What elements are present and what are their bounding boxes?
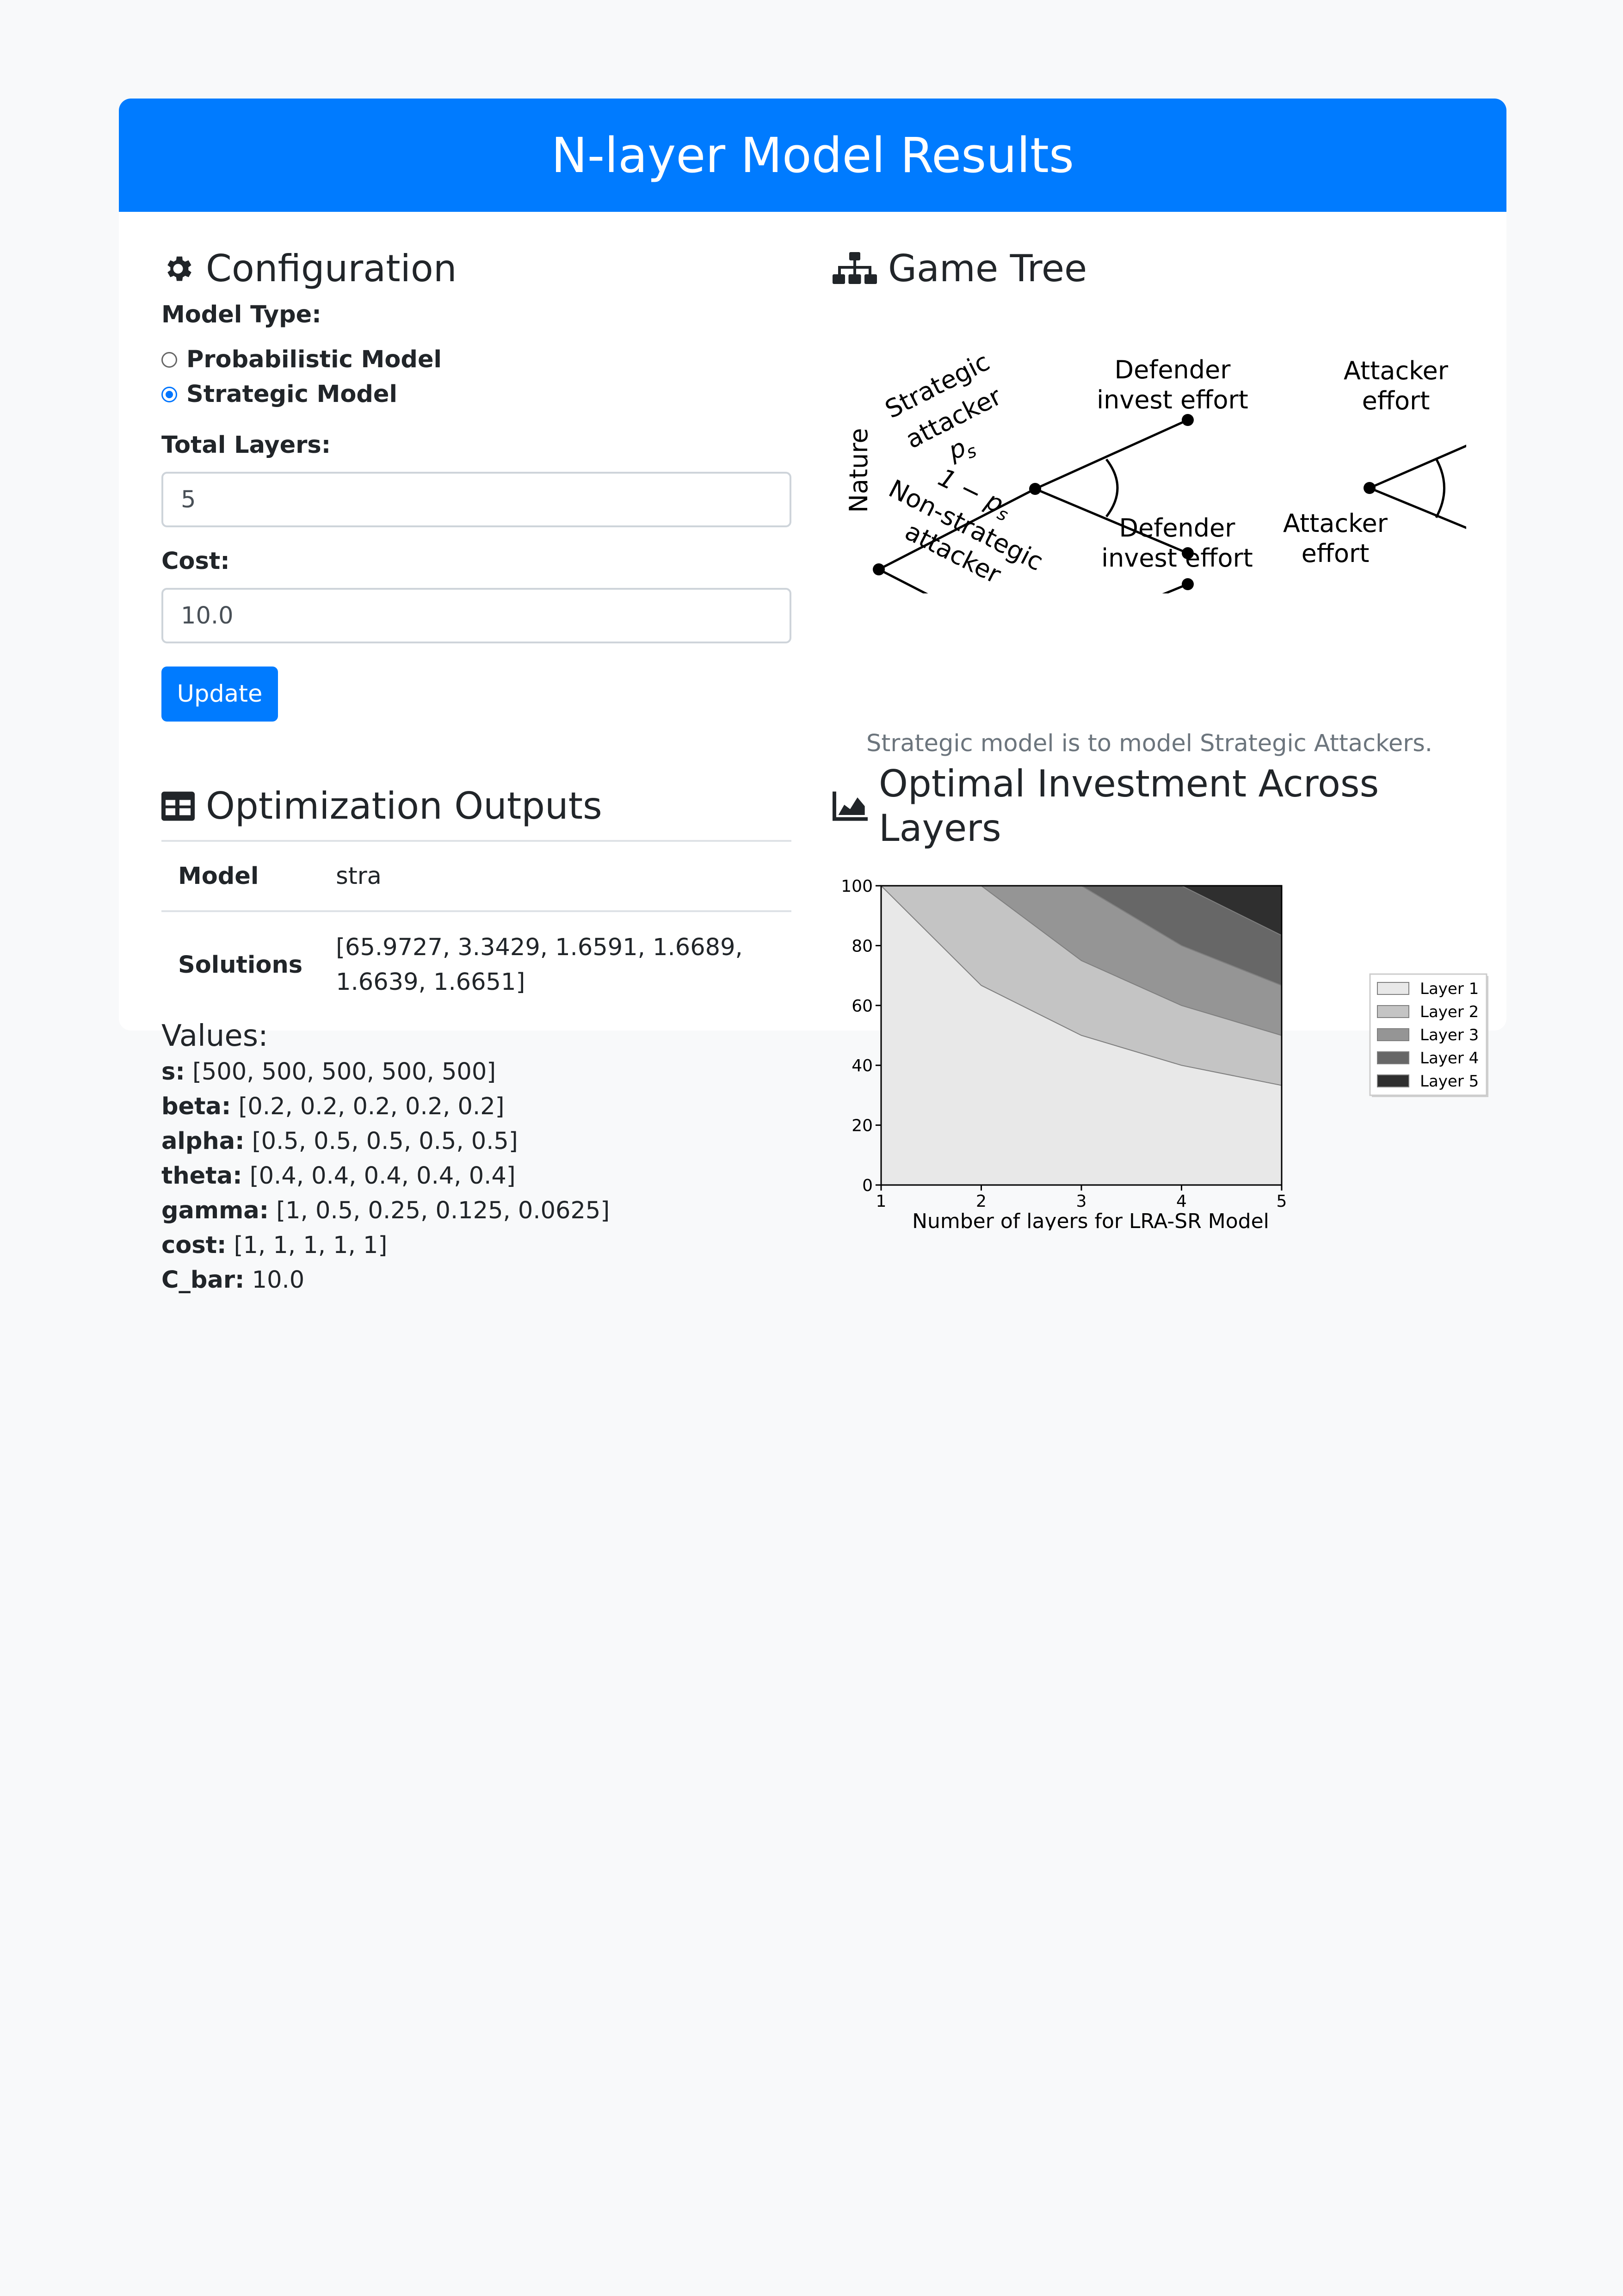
investment-chart: 0 20 40 60 80 100 1 2 3 4 5 Number of layers for LR… [841,877,1488,1230]
outputs-heading: Optimization Outputs [161,784,791,828]
x-tick-label: 5 [1277,1192,1287,1211]
y-tick-label: 60 [852,997,873,1016]
outputs-table: Model stra Solutions [65.9727, 3.3429, 1… [161,840,791,1018]
table-row: Solutions [65.9727, 3.3429, 1.6591, 1.66… [161,910,791,1018]
legend-label-layer-5: Layer 5 [1420,1072,1479,1091]
y-tick-label: 100 [841,877,873,896]
radio-strategic-model[interactable]: Strategic Model [161,377,791,412]
value-row-alpha: alpha: [0.5, 0.5, 0.5, 0.5, 0.5] [161,1128,518,1155]
y-tick-label: 80 [852,937,873,956]
total-layers-label: Total Layers: [161,432,331,459]
sitemap-icon [833,252,877,284]
x-tick-label: 2 [976,1192,987,1211]
value-row-gamma: gamma: [1, 0.5, 0.25, 0.125, 0.0625] [161,1197,610,1224]
radio-probabilistic-input[interactable] [161,352,177,368]
total-layers-input[interactable]: 5 [161,472,791,527]
investment-heading: Optimal Investment Across Layers [833,762,1466,850]
output-key-solutions: Solutions [161,910,320,1018]
value-row-theta: theta: [0.4, 0.4, 0.4, 0.4, 0.4] [161,1162,516,1190]
table-row: Model stra [161,840,791,911]
legend-swatch-layer-3 [1377,1028,1409,1041]
investment-panel: Optimal Investment Across Layers [833,762,1466,850]
configuration-panel: Configuration Model Type: Probabilistic … [161,247,791,722]
cost-input[interactable]: 10.0 [161,588,791,643]
gear-icon [167,256,191,281]
y-tick-label: 40 [852,1056,873,1075]
game-tree-title: Game Tree [888,247,1087,290]
model-type-label: Model Type: [161,301,321,328]
output-value-model: stra [319,840,791,911]
legend-swatch-layer-1 [1377,982,1409,995]
cost-value: 10.0 [181,602,234,630]
legend-label-layer-2: Layer 2 [1420,1003,1479,1021]
outputs-title: Optimization Outputs [206,784,602,827]
cost-label: Cost: [161,548,230,575]
legend-swatch-layer-5 [1377,1074,1409,1087]
values-list: s: [500, 500, 500, 500, 500] beta: [0.2,… [161,1055,791,1297]
game-tree-diagram [873,414,1466,593]
total-layers-value: 5 [181,486,196,513]
value-row-s: s: [500, 500, 500, 500, 500] [161,1058,496,1086]
legend-label-layer-4: Layer 4 [1420,1049,1479,1068]
y-tick-label: 0 [862,1176,873,1195]
radio-probabilistic-model[interactable]: Probabilistic Model [161,342,791,377]
configuration-heading: Configuration [161,247,791,291]
legend-swatch-layer-4 [1377,1051,1409,1064]
radio-strategic-label: Strategic Model [186,381,397,408]
x-tick-label: 1 [876,1192,887,1211]
game-tree-panel: Game Tree Strategic model is to model St… [833,247,1466,757]
page-title: N-layer Model Results [119,99,1506,212]
value-row-cost: cost: [1, 1, 1, 1, 1] [161,1232,388,1259]
radio-strategic-input[interactable] [161,386,177,402]
legend-label-layer-1: Layer 1 [1420,980,1479,998]
x-tick-label: 4 [1176,1192,1187,1211]
page-title-text: N-layer Model Results [551,127,1074,184]
configuration-title: Configuration [206,247,457,290]
x-axis-label: Number of layers for LRA-SR Model [912,1210,1269,1230]
legend-label-layer-3: Layer 3 [1420,1026,1479,1044]
output-value-solutions: [65.9727, 3.3429, 1.6591, 1.6689, 1.6639… [319,910,791,1018]
game-tree-heading: Game Tree [833,247,1466,291]
value-row-beta: beta: [0.2, 0.2, 0.2, 0.2, 0.2] [161,1093,505,1120]
values-heading: Values: [161,1019,268,1053]
table-icon [161,791,195,821]
investment-title: Optimal Investment Across Layers [879,762,1379,850]
value-row-c-bar: C_bar: 10.0 [161,1266,305,1294]
y-tick-label: 20 [852,1117,873,1136]
radio-probabilistic-label: Probabilistic Model [186,346,442,373]
x-tick-label: 3 [1076,1192,1087,1211]
output-key-model: Model [161,840,320,911]
area-chart-icon [833,791,868,821]
update-button[interactable]: Update [161,667,278,722]
game-tree-caption: Strategic model is to model Strategic At… [866,730,1433,757]
legend-swatch-layer-2 [1377,1005,1409,1018]
outputs-panel: Optimization Outputs Model stra Solution… [161,784,791,1297]
